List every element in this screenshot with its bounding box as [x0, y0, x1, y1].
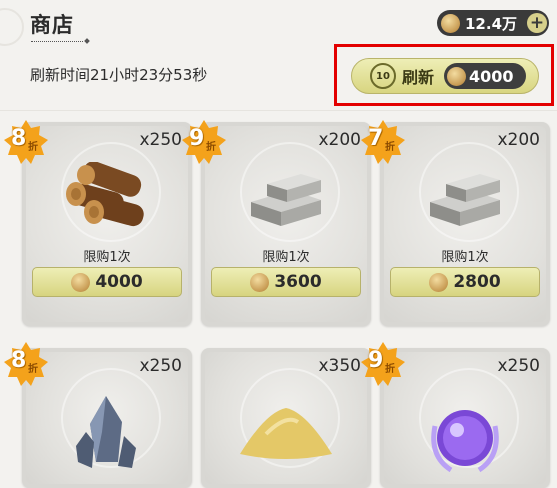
- discount-badge: 9 折: [182, 120, 226, 164]
- discount-value: 9: [368, 348, 384, 373]
- buy-button[interactable]: 2800: [390, 267, 540, 297]
- item-price: 2800: [453, 272, 501, 292]
- item-quantity: x250: [139, 130, 182, 150]
- item-quantity: x200: [497, 130, 540, 150]
- refresh-label: 刷新: [402, 68, 435, 87]
- coin-icon: [250, 272, 270, 292]
- coin-icon: [447, 66, 467, 86]
- header-divider: [0, 110, 557, 111]
- plus-icon[interactable]: +: [527, 13, 547, 33]
- coin-icon: [71, 272, 91, 292]
- title-underline: [31, 41, 83, 42]
- page-title: 商店: [30, 13, 74, 37]
- purchase-limit: 限购1次: [83, 250, 131, 265]
- discount-badge: 7 折: [361, 120, 405, 164]
- watermark-emblem: [0, 8, 24, 46]
- discount-badge: 9 折: [361, 342, 405, 386]
- buy-button[interactable]: 3600: [211, 267, 361, 297]
- shop-item-card[interactable]: x350: [201, 348, 371, 488]
- item-quantity: x250: [497, 356, 540, 376]
- currency-amount: 12.4万: [465, 14, 518, 33]
- discount-suffix: 折: [385, 364, 395, 375]
- refresh-button[interactable]: 10 刷新 4000: [351, 58, 539, 94]
- coin-icon: [429, 272, 449, 292]
- item-quantity: x350: [318, 356, 361, 376]
- discount-badge: 8 折: [4, 120, 48, 164]
- shop-item-card[interactable]: x200 限购1次 3600: [201, 122, 371, 326]
- shop-item-card[interactable]: x200 限购1次 2800: [380, 122, 550, 326]
- coin-icon: [441, 13, 460, 33]
- item-price: 4000: [95, 272, 143, 292]
- item-price: 3600: [274, 272, 322, 292]
- discount-value: 8: [11, 126, 27, 151]
- refresh-price-value: 4000: [469, 66, 514, 86]
- sand-pile-icon: [236, 404, 336, 468]
- refresh-price: 4000: [444, 63, 526, 89]
- discount-value: 7: [368, 126, 384, 151]
- item-quantity: x200: [318, 130, 361, 150]
- refresh-timer: 刷新时间21小时23分53秒: [30, 66, 208, 84]
- discount-suffix: 折: [385, 142, 395, 153]
- buy-button[interactable]: 4000: [32, 267, 182, 297]
- discount-suffix: 折: [28, 142, 38, 153]
- wood-logs-icon: [62, 161, 152, 236]
- discount-badge: 8 折: [4, 342, 48, 386]
- discount-suffix: 折: [206, 142, 216, 153]
- currency-display: 12.4万 +: [437, 10, 549, 36]
- discount-value: 8: [11, 348, 27, 373]
- discount-value: 9: [189, 126, 205, 151]
- stone-bricks-icon: [420, 162, 510, 236]
- refresh-icon: 10: [370, 63, 396, 89]
- stone-bricks-icon: [241, 162, 331, 236]
- item-quantity: x250: [139, 356, 182, 376]
- crystal-ore-icon: [72, 392, 142, 476]
- purple-orb-icon: [425, 396, 505, 480]
- purchase-limit: 限购1次: [262, 250, 310, 265]
- shop-item-card[interactable]: x250: [380, 348, 550, 488]
- discount-suffix: 折: [28, 364, 38, 375]
- purchase-limit: 限购1次: [441, 250, 489, 265]
